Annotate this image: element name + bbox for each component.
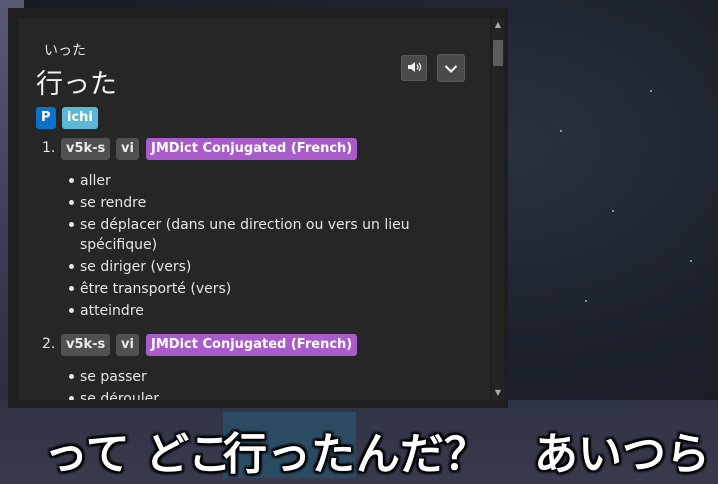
bullet-icon (69, 264, 74, 269)
gloss-item: se rendre (80, 195, 147, 211)
speaker-icon (406, 59, 422, 78)
entry-menu-button[interactable] (437, 54, 465, 82)
tag-pos: v5k-s (61, 138, 111, 160)
background-star (612, 210, 614, 212)
tag-dictionary: JMDict Conjugated (French) (146, 334, 358, 356)
tag-pos: v5k-s (61, 334, 111, 356)
gloss-item: se diriger (vers) (80, 259, 192, 275)
tag-dictionary: JMDict Conjugated (French) (146, 138, 358, 160)
scroll-up-icon[interactable]: ▲ (493, 20, 503, 30)
scroll-down-icon[interactable]: ▼ (493, 388, 503, 398)
bullet-icon (69, 178, 74, 183)
bullet-icon (69, 200, 74, 205)
gloss-item: être transporté (vers) (80, 281, 232, 297)
play-audio-button[interactable] (401, 55, 427, 81)
chevron-down-icon (444, 59, 458, 78)
sense-number: 1. (42, 140, 56, 156)
bullet-icon (69, 286, 74, 291)
bullet-icon (69, 396, 74, 400)
background-star (585, 300, 587, 302)
gloss-item: atteindre (80, 303, 144, 319)
clipped-gloss-area: se dérouler (18, 392, 490, 400)
tag-pos: vi (116, 334, 139, 356)
subtitle-text-after[interactable]: んだ？ (356, 418, 488, 482)
popup-scrollbar[interactable]: ▲ ▼ (492, 18, 504, 400)
background-star (650, 90, 652, 92)
subtitle-text-selected[interactable]: 行った (223, 418, 355, 482)
scrollbar-thumb[interactable] (493, 40, 503, 66)
subtitle-text-next[interactable]: あいつら (534, 418, 710, 482)
gloss-item: aller (80, 173, 111, 189)
reading-text: いった (44, 43, 86, 59)
gloss-item: se passer (80, 369, 147, 385)
tag-popular: P (36, 107, 56, 129)
background-star (690, 260, 692, 262)
gloss-item: se dérouler (80, 392, 160, 400)
bullet-icon (69, 374, 74, 379)
gloss-item: se déplacer (dans une direction ou vers … (80, 217, 410, 233)
tag-pos: vi (116, 138, 139, 160)
headword-text[interactable]: 行った (36, 62, 117, 101)
bullet-icon (69, 222, 74, 227)
subtitle-text-before[interactable]: って どこ (44, 418, 232, 482)
background-star (560, 130, 562, 132)
bullet-icon (69, 308, 74, 313)
sense-number: 2. (42, 336, 56, 352)
tag-ichi: ichi (62, 107, 98, 129)
gloss-item-continued: spécifique) (80, 237, 158, 253)
